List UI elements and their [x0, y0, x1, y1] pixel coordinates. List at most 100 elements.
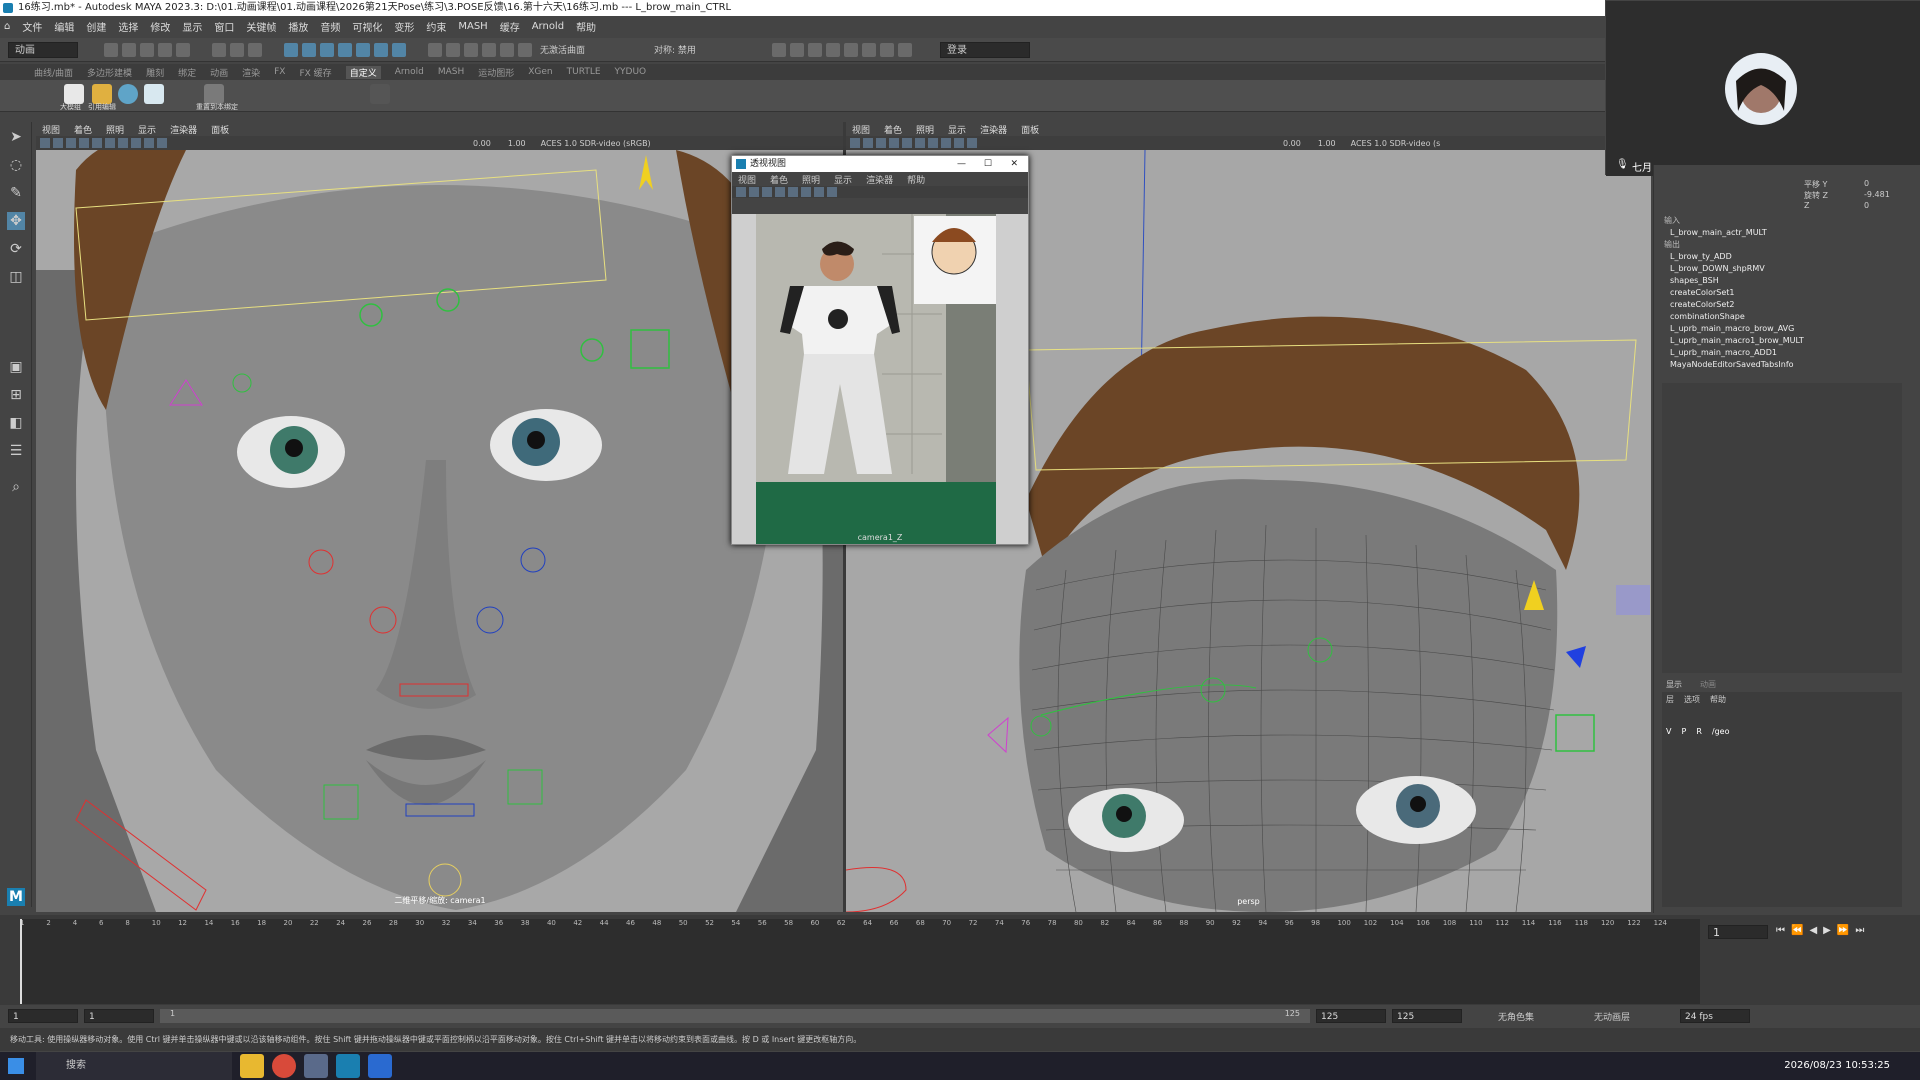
- node-item[interactable]: L_brow_ty_ADD: [1654, 251, 1904, 263]
- smooth-shade-icon[interactable]: [79, 138, 89, 148]
- node-item[interactable]: L_brow_main_actr_MULT: [1654, 227, 1904, 239]
- select-hierarchy-icon[interactable]: [212, 42, 226, 57]
- render-frame-icon[interactable]: [772, 42, 786, 57]
- light-editor-icon[interactable]: [880, 42, 894, 57]
- menu-item[interactable]: 缓存: [500, 19, 520, 34]
- smooth-shade-icon[interactable]: [775, 187, 785, 197]
- layout-four-icon[interactable]: ⊞: [7, 386, 25, 404]
- gamma-value[interactable]: 1.00: [508, 139, 526, 148]
- menu-item[interactable]: Arnold: [532, 21, 564, 32]
- viewport-menu-item[interactable]: 照明: [106, 123, 124, 136]
- constrain-label[interactable]: 无激活曲面: [540, 43, 630, 56]
- mask-icon[interactable]: [374, 42, 388, 57]
- menu-item[interactable]: 变形: [394, 19, 414, 34]
- layer-name[interactable]: /geo: [1712, 727, 1730, 736]
- viewport-menu-item[interactable]: 视图: [852, 123, 870, 136]
- shelf-button-tool[interactable]: [144, 84, 164, 104]
- shelf-tab[interactable]: 运动图形: [478, 66, 514, 79]
- windows-start-icon[interactable]: [8, 1058, 24, 1074]
- channel-value[interactable]: 0: [1864, 179, 1914, 190]
- shelf-button-script[interactable]: [370, 84, 390, 104]
- snap-live-icon[interactable]: [518, 42, 532, 57]
- viewport-menu-item[interactable]: 视图: [42, 123, 60, 136]
- shelf-tab[interactable]: 多边形建模: [87, 66, 132, 79]
- menu-item[interactable]: 编辑: [54, 19, 74, 34]
- current-frame-field[interactable]: 1: [1708, 925, 1768, 939]
- camera-icon[interactable]: [850, 138, 860, 148]
- move-tool-icon[interactable]: ✥: [7, 212, 25, 230]
- login-select[interactable]: 登录: [940, 41, 1030, 58]
- taskbar-search[interactable]: 搜索: [36, 1052, 232, 1080]
- node-item[interactable]: createColorSet2: [1654, 299, 1904, 311]
- layer-visible-toggle[interactable]: V: [1666, 727, 1671, 736]
- menu-item[interactable]: 修改: [150, 19, 170, 34]
- ipr-render-icon[interactable]: [808, 42, 822, 57]
- outliner-icon[interactable]: ☰: [7, 442, 25, 460]
- menu-item[interactable]: 照明: [802, 173, 820, 186]
- viewport-menu-item[interactable]: 显示: [948, 123, 966, 136]
- wireframe-icon[interactable]: [876, 138, 886, 148]
- menu-item[interactable]: 约束: [426, 19, 446, 34]
- snap-curve-icon[interactable]: [446, 42, 460, 57]
- mask-icon[interactable]: [320, 42, 334, 57]
- isolate-icon[interactable]: [954, 138, 964, 148]
- grid-icon[interactable]: [53, 138, 63, 148]
- menu-item[interactable]: 创建: [86, 19, 106, 34]
- shadows-icon[interactable]: [814, 187, 824, 197]
- viewport-menu-item[interactable]: 渲染器: [170, 123, 197, 136]
- current-frame-marker[interactable]: [20, 919, 22, 1004]
- node-item[interactable]: L_brow_DOWN_shpRMV: [1654, 263, 1904, 275]
- viewport-menu-item[interactable]: 渲染器: [980, 123, 1007, 136]
- lights-icon[interactable]: [801, 187, 811, 197]
- layout-single-icon[interactable]: ▣: [7, 358, 25, 376]
- app-icon[interactable]: [368, 1054, 392, 1078]
- gamma-value[interactable]: 1.00: [1318, 139, 1336, 148]
- node-item[interactable]: L_uprb_main_macro1_brow_MULT: [1654, 335, 1904, 347]
- shelf-tab[interactable]: 曲线/曲面: [34, 66, 73, 79]
- play-forward-icon[interactable]: ▶: [1823, 925, 1831, 936]
- menu-item[interactable]: 视图: [738, 173, 756, 186]
- shadows-icon[interactable]: [118, 138, 128, 148]
- colorspace-label[interactable]: ACES 1.0 SDR-video (sRGB): [541, 139, 651, 148]
- undo-icon[interactable]: [158, 42, 172, 57]
- layer-render-toggle[interactable]: R: [1696, 727, 1702, 736]
- node-item[interactable]: createColorSet1: [1654, 287, 1904, 299]
- render-seq-icon[interactable]: [790, 42, 804, 57]
- menu-item[interactable]: 音频: [320, 19, 340, 34]
- shelf-button-tool[interactable]: [118, 84, 138, 104]
- floating-panel-titlebar[interactable]: 透视视图 — ☐ ✕: [732, 156, 1028, 172]
- menu-item[interactable]: 帮助: [907, 173, 925, 186]
- app-icon[interactable]: [304, 1054, 328, 1078]
- shelf-tab[interactable]: 动画: [210, 66, 228, 79]
- paint-select-icon[interactable]: ✎: [7, 184, 25, 202]
- anim-layer[interactable]: 无动画层: [1594, 1010, 1674, 1023]
- viewport-menu-item[interactable]: 着色: [884, 123, 902, 136]
- close-icon[interactable]: ✕: [1010, 156, 1018, 172]
- render-setup-icon[interactable]: [862, 42, 876, 57]
- lasso-tool-icon[interactable]: ◌: [7, 156, 25, 174]
- mask-icon[interactable]: [338, 42, 352, 57]
- rotate-tool-icon[interactable]: ⟳: [7, 240, 25, 258]
- resolution-gate-icon[interactable]: [157, 138, 167, 148]
- camera-icon[interactable]: [40, 138, 50, 148]
- maya-taskbar-icon[interactable]: [336, 1054, 360, 1078]
- time-slider[interactable]: 1 2 4 6 8 10 12 14 16 18 20 22 24 26 28 30 32 34 36 38 40 42 4…: [0, 915, 1920, 1010]
- playback-start-field[interactable]: 1: [84, 1009, 154, 1023]
- pause-icon[interactable]: [898, 42, 912, 57]
- xray-icon[interactable]: [941, 138, 951, 148]
- layout-two-icon[interactable]: ◧: [7, 414, 25, 432]
- range-bar[interactable]: 1 125: [160, 1009, 1310, 1023]
- node-item[interactable]: combinationShape: [1654, 311, 1904, 323]
- snap-point-icon[interactable]: [464, 42, 478, 57]
- shelf-tab[interactable]: 雕刻: [146, 66, 164, 79]
- redo-icon[interactable]: [176, 42, 190, 57]
- layer-menu-item[interactable]: 帮助: [1710, 694, 1726, 705]
- textured-icon[interactable]: [902, 138, 912, 148]
- shelf-tab[interactable]: Arnold: [395, 67, 424, 77]
- channel-value[interactable]: -9.481: [1864, 190, 1914, 201]
- resolution-gate-icon[interactable]: [967, 138, 977, 148]
- chrome-icon[interactable]: [272, 1054, 296, 1078]
- play-back-icon[interactable]: ◀: [1809, 925, 1817, 936]
- wireframe-icon[interactable]: [762, 187, 772, 197]
- menu-item[interactable]: MASH: [458, 21, 487, 32]
